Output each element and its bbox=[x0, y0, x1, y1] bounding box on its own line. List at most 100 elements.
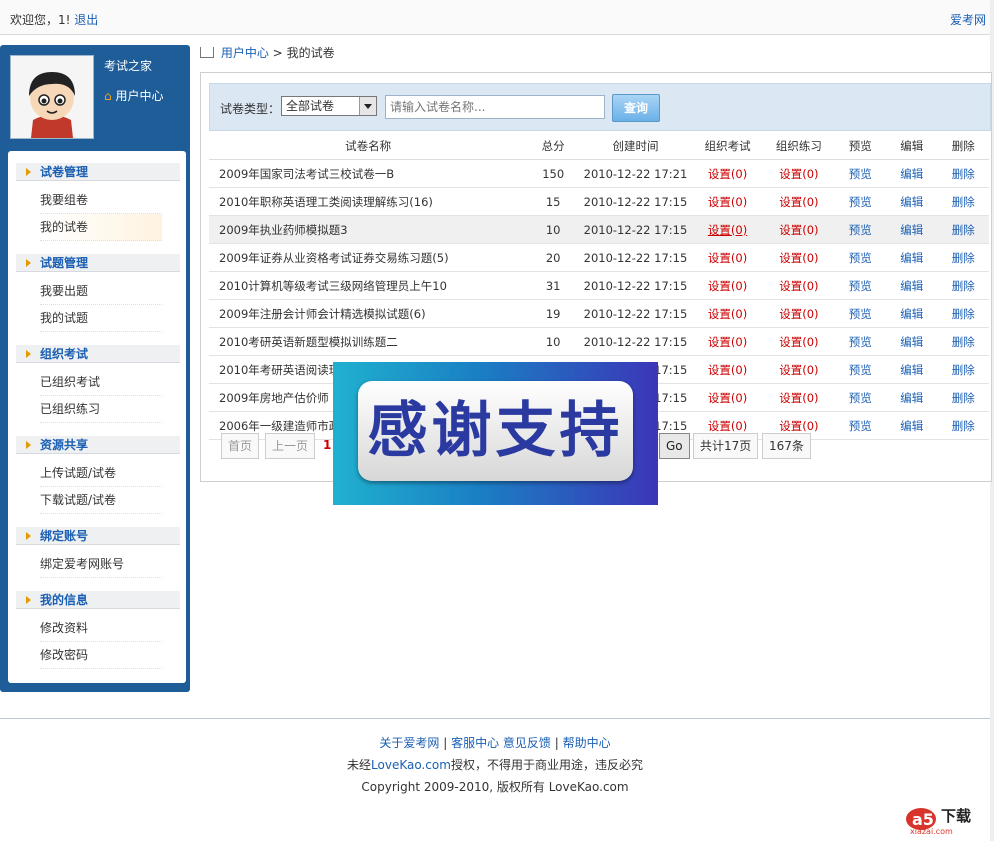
sidebar-item-organized-exams[interactable]: 已组织考试 bbox=[40, 369, 162, 396]
user-center-label: 用户中心 bbox=[115, 89, 164, 103]
section-title: 资源共享 bbox=[40, 438, 89, 452]
preview-link[interactable]: 预览 bbox=[834, 159, 886, 188]
organize-exam-link[interactable]: 设置(0) bbox=[691, 215, 764, 244]
organize-practice-link[interactable]: 设置(0) bbox=[763, 271, 835, 300]
triangle-icon bbox=[26, 441, 31, 449]
menu-section-question[interactable]: 试题管理 bbox=[16, 254, 180, 272]
edit-link[interactable]: 编辑 bbox=[885, 243, 938, 272]
organize-exam-link[interactable]: 设置(0) bbox=[691, 327, 764, 356]
thanks-banner: 感谢支持 bbox=[333, 362, 658, 505]
sidebar-item-create-question[interactable]: 我要出题 bbox=[40, 278, 162, 305]
menu-section-bind[interactable]: 绑定账号 bbox=[16, 527, 180, 545]
sidebar-item-organized-practice[interactable]: 已组织练习 bbox=[40, 396, 162, 423]
breadcrumb-home[interactable]: 用户中心 bbox=[221, 46, 269, 60]
home-icon: ⌂ bbox=[104, 89, 112, 103]
menu-section-exam[interactable]: 组织考试 bbox=[16, 345, 180, 363]
preview-link[interactable]: 预览 bbox=[834, 187, 886, 216]
footer-link-help[interactable]: 帮助中心 bbox=[563, 736, 611, 750]
edit-link[interactable]: 编辑 bbox=[885, 215, 938, 244]
organize-exam-link[interactable]: 设置(0) bbox=[691, 159, 764, 188]
menu-section-paper[interactable]: 试卷管理 bbox=[16, 163, 180, 181]
organize-exam-link[interactable]: 设置(0) bbox=[691, 243, 764, 272]
organize-exam-link[interactable]: 设置(0) bbox=[691, 271, 764, 300]
organize-practice-link[interactable]: 设置(0) bbox=[763, 243, 835, 272]
preview-link[interactable]: 预览 bbox=[834, 383, 886, 412]
col-edit: 编辑 bbox=[885, 133, 938, 160]
preview-link[interactable]: 预览 bbox=[834, 411, 886, 440]
footer-separator: | bbox=[554, 736, 559, 750]
watermark-text: 下载 bbox=[941, 807, 972, 825]
search-input[interactable] bbox=[385, 95, 605, 119]
paper-name-cell: 2009年证券从业资格考试证券交易练习题(5) bbox=[209, 243, 528, 272]
delete-link[interactable]: 删除 bbox=[937, 215, 989, 244]
logout-link[interactable]: 退出 bbox=[74, 13, 98, 27]
triangle-icon bbox=[26, 350, 31, 358]
table-row: 2010年职称英语理工类阅读理解练习(16) 15 2010-12-22 17:15… bbox=[209, 187, 989, 216]
sidebar-item-make-paper[interactable]: 我要组卷 bbox=[40, 187, 162, 214]
delete-link[interactable]: 删除 bbox=[937, 355, 989, 384]
notice-site-link[interactable]: LoveKao.com bbox=[371, 758, 451, 772]
preview-link[interactable]: 预览 bbox=[834, 327, 886, 356]
footer-link-about[interactable]: 关于爱考网 bbox=[379, 736, 439, 750]
download-watermark: a5 下载 xiazai.com bbox=[905, 803, 985, 837]
menu-section-share[interactable]: 资源共享 bbox=[16, 436, 180, 454]
sidebar-item-download[interactable]: 下载试题/试卷 bbox=[40, 487, 162, 514]
sidebar-item-bind-account[interactable]: 绑定爱考网账号 bbox=[40, 551, 162, 578]
total-pages: 共计17页 bbox=[693, 433, 759, 459]
score-cell: 15 bbox=[527, 187, 579, 216]
delete-link[interactable]: 删除 bbox=[937, 187, 989, 216]
prev-page-button[interactable]: 上一页 bbox=[265, 433, 316, 459]
organize-practice-link[interactable]: 设置(0) bbox=[763, 327, 835, 356]
edit-link[interactable]: 编辑 bbox=[885, 327, 938, 356]
go-button[interactable]: Go bbox=[659, 433, 690, 459]
preview-link[interactable]: 预览 bbox=[834, 271, 886, 300]
delete-link[interactable]: 删除 bbox=[937, 159, 989, 188]
triangle-icon bbox=[26, 259, 31, 267]
delete-link[interactable]: 删除 bbox=[937, 243, 989, 272]
organize-practice-link[interactable]: 设置(0) bbox=[763, 187, 835, 216]
col-practice: 组织练习 bbox=[763, 133, 835, 160]
delete-link[interactable]: 删除 bbox=[937, 383, 989, 412]
edit-link[interactable]: 编辑 bbox=[885, 159, 938, 188]
sidebar-item-upload[interactable]: 上传试题/试卷 bbox=[40, 460, 162, 487]
sidebar-item-my-questions[interactable]: 我的试题 bbox=[40, 305, 162, 332]
edit-link[interactable]: 编辑 bbox=[885, 271, 938, 300]
edit-link[interactable]: 编辑 bbox=[885, 383, 938, 412]
type-select[interactable]: 全部试卷 bbox=[281, 96, 377, 116]
preview-link[interactable]: 预览 bbox=[834, 355, 886, 384]
preview-link[interactable]: 预览 bbox=[834, 215, 886, 244]
organize-practice-link[interactable]: 设置(0) bbox=[763, 355, 835, 384]
user-center-link[interactable]: ⌂ 用户中心 bbox=[104, 87, 163, 104]
edit-link[interactable]: 编辑 bbox=[885, 299, 938, 328]
created-cell: 2010-12-22 17:15 bbox=[578, 299, 692, 328]
edit-link[interactable]: 编辑 bbox=[885, 187, 938, 216]
sidebar-item-edit-profile[interactable]: 修改资料 bbox=[40, 615, 162, 642]
organize-exam-link[interactable]: 设置(0) bbox=[691, 187, 764, 216]
delete-link[interactable]: 删除 bbox=[937, 271, 989, 300]
brand-link[interactable]: 爱考网 bbox=[950, 11, 986, 28]
delete-link[interactable]: 删除 bbox=[937, 299, 989, 328]
notice-suffix: 授权，不得用于商业用途，违反必究 bbox=[450, 758, 643, 772]
search-button[interactable]: 查询 bbox=[612, 94, 660, 122]
organize-practice-link[interactable]: 设置(0) bbox=[763, 215, 835, 244]
organize-practice-link[interactable]: 设置(0) bbox=[763, 159, 835, 188]
footer-link-feedback[interactable]: 意见反馈 bbox=[503, 736, 551, 750]
organize-practice-link[interactable]: 设置(0) bbox=[763, 383, 835, 412]
organize-exam-link[interactable]: 设置(0) bbox=[691, 355, 764, 384]
preview-link[interactable]: 预览 bbox=[834, 243, 886, 272]
delete-link[interactable]: 删除 bbox=[937, 411, 989, 440]
preview-link[interactable]: 预览 bbox=[834, 299, 886, 328]
thanks-text: 感谢支持 bbox=[358, 381, 633, 481]
first-page-button[interactable]: 首页 bbox=[221, 433, 260, 459]
organize-exam-link[interactable]: 设置(0) bbox=[691, 299, 764, 328]
footer-link-service[interactable]: 客服中心 bbox=[451, 736, 499, 750]
edit-link[interactable]: 编辑 bbox=[885, 355, 938, 384]
menu-section-profile[interactable]: 我的信息 bbox=[16, 591, 180, 609]
sidebar-item-my-papers[interactable]: 我的试卷 bbox=[40, 214, 162, 241]
sidebar-item-change-password[interactable]: 修改密码 bbox=[40, 642, 162, 669]
organize-practice-link[interactable]: 设置(0) bbox=[763, 299, 835, 328]
edit-link[interactable]: 编辑 bbox=[885, 411, 938, 440]
triangle-icon bbox=[26, 532, 31, 540]
delete-link[interactable]: 删除 bbox=[937, 327, 989, 356]
organize-exam-link[interactable]: 设置(0) bbox=[691, 383, 764, 412]
